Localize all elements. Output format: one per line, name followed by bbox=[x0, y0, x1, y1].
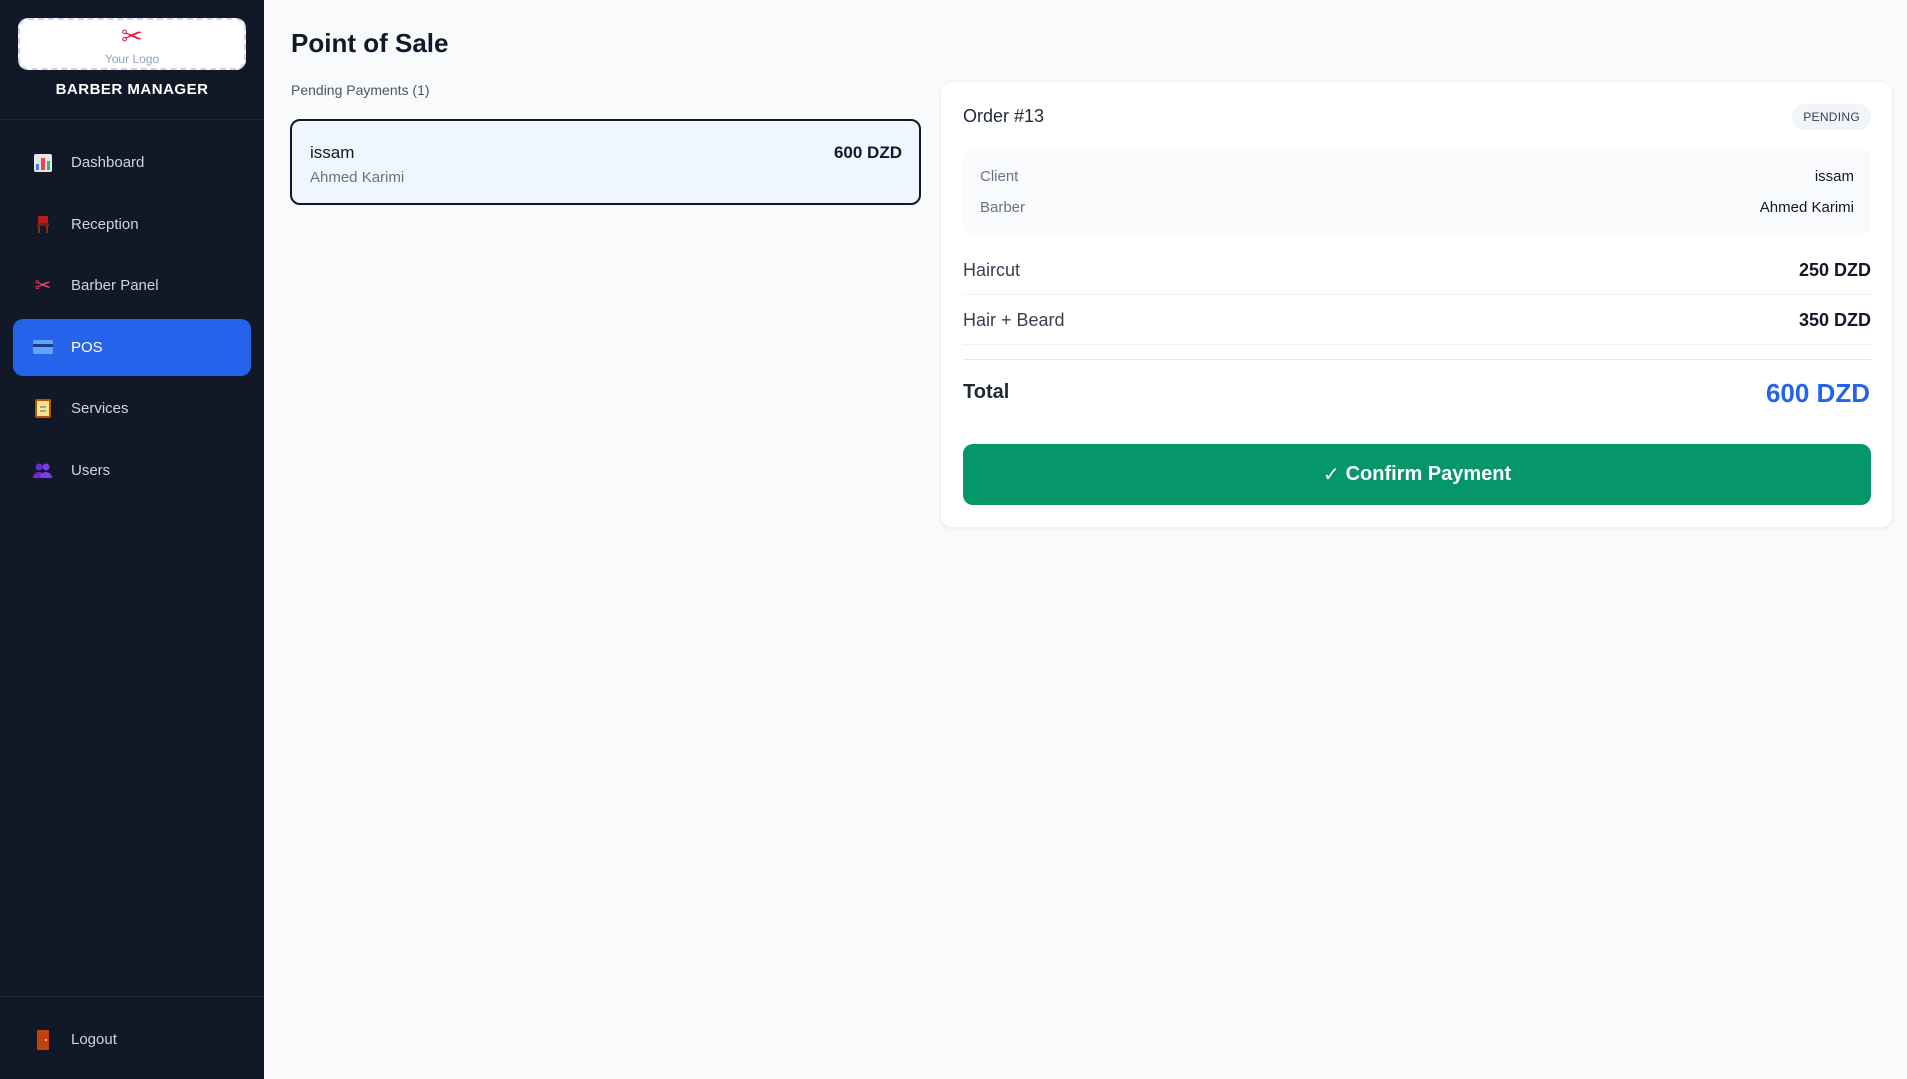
service-name: Haircut bbox=[963, 260, 1021, 280]
scissors-icon: ✂ bbox=[121, 21, 143, 51]
order-details-panel: Order #13 PENDING Client issam Barber Ah… bbox=[940, 81, 1893, 528]
barber-label: Barber bbox=[980, 199, 1026, 216]
sidebar-item-label: Barber Panel bbox=[71, 277, 159, 294]
checkmark-icon: ✓ bbox=[1322, 464, 1340, 486]
client-value: issam bbox=[1814, 168, 1854, 185]
service-price: 250 DZD bbox=[1798, 260, 1871, 280]
door-icon bbox=[33, 1029, 53, 1050]
users-icon bbox=[33, 460, 53, 480]
sidebar-item-label: Services bbox=[71, 400, 129, 417]
pending-amount: 600 DZD bbox=[833, 143, 902, 162]
logo-placeholder[interactable]: ✂ Your Logo bbox=[18, 18, 246, 70]
confirm-payment-label: Confirm Payment bbox=[1345, 463, 1512, 485]
sidebar-item-pos[interactable]: POS bbox=[13, 318, 251, 376]
order-title: Order #13 bbox=[963, 106, 1045, 126]
sidebar: ✂ Your Logo BARBER MANAGER Dashboard Rec… bbox=[0, 0, 264, 1079]
logo-text: Your Logo bbox=[104, 52, 160, 66]
sidebar-item-barber-panel[interactable]: ✂ Barber Panel bbox=[13, 257, 251, 314]
sidebar-item-label: Users bbox=[71, 461, 111, 479]
total-divider bbox=[963, 359, 1871, 360]
barber-value: Ahmed Karimi bbox=[1759, 199, 1854, 216]
sidebar-divider bbox=[0, 119, 264, 120]
sidebar-item-dashboard[interactable]: Dashboard bbox=[13, 134, 251, 191]
service-line-item: Haircut 250 DZD bbox=[963, 245, 1871, 295]
sidebar-nav: Dashboard Reception ✂ Barber Panel POS S… bbox=[13, 134, 251, 503]
sidebar-divider bbox=[0, 996, 264, 997]
logout-label: Logout bbox=[71, 1031, 117, 1048]
brand-name: BARBER MANAGER bbox=[55, 81, 209, 98]
confirm-payment-button[interactable]: ✓ Confirm Payment bbox=[963, 444, 1871, 505]
sidebar-item-users[interactable]: Users bbox=[13, 442, 251, 499]
service-price: 350 DZD bbox=[1798, 310, 1871, 330]
clipboard-icon bbox=[33, 399, 53, 419]
chair-icon bbox=[33, 214, 53, 234]
bar-chart-icon bbox=[33, 153, 53, 173]
total-label: Total bbox=[963, 381, 1010, 403]
total-amount: 600 DZD bbox=[1765, 378, 1870, 408]
pending-client-name: issam bbox=[310, 143, 355, 162]
pending-payments-label: Pending Payments (1) bbox=[291, 82, 430, 98]
sidebar-item-services[interactable]: Services bbox=[13, 380, 251, 437]
logout-button[interactable]: Logout bbox=[13, 1011, 251, 1068]
page-title: Point of Sale bbox=[291, 28, 449, 58]
credit-card-icon bbox=[33, 337, 53, 357]
pending-payment-card[interactable]: issam Ahmed Karimi 600 DZD bbox=[290, 119, 921, 205]
service-name: Hair + Beard bbox=[963, 310, 1065, 330]
client-label: Client bbox=[980, 168, 1019, 185]
scissors-icon: ✂ bbox=[34, 275, 52, 297]
barber-row: Barber Ahmed Karimi bbox=[980, 199, 1854, 219]
sidebar-item-reception[interactable]: Reception bbox=[13, 196, 251, 253]
pending-barber-name: Ahmed Karimi bbox=[310, 169, 405, 186]
sidebar-item-label: Dashboard bbox=[71, 154, 145, 171]
client-row: Client issam bbox=[980, 168, 1854, 188]
order-info-box: Client issam Barber Ahmed Karimi bbox=[963, 148, 1871, 235]
service-line-item: Hair + Beard 350 DZD bbox=[963, 295, 1871, 345]
sidebar-item-label: POS bbox=[71, 338, 103, 356]
status-badge: PENDING bbox=[1792, 104, 1871, 130]
sidebar-item-label: Reception bbox=[71, 215, 139, 233]
